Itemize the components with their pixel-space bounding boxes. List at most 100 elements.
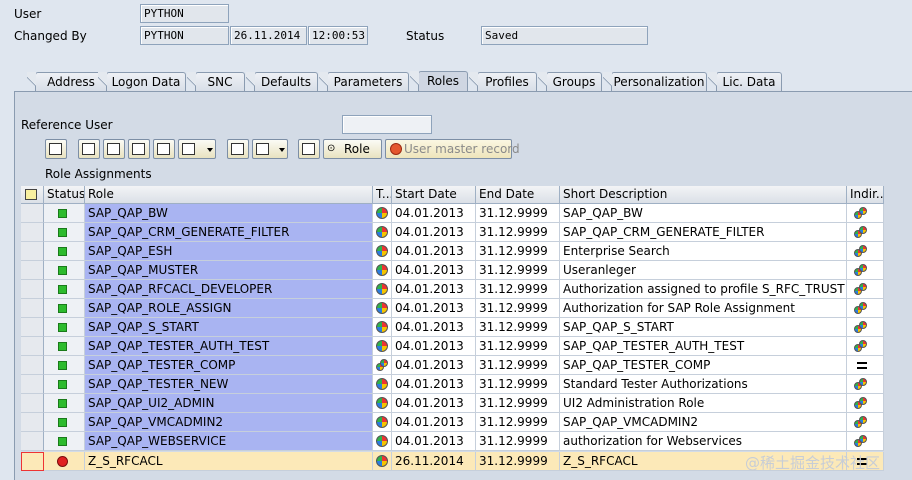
table-row[interactable]: SAP_QAP_UI2_ADMIN 04.01.2013 31.12.9999 UI2… bbox=[21, 394, 884, 413]
col-end-date[interactable]: End Date bbox=[476, 186, 560, 204]
filter-button[interactable] bbox=[178, 139, 216, 159]
indirect-cell[interactable] bbox=[847, 318, 884, 337]
tab-address[interactable]: Address bbox=[27, 72, 107, 92]
info-button[interactable] bbox=[298, 139, 320, 159]
row-selector[interactable] bbox=[21, 204, 44, 223]
tab-snc[interactable]: SNC bbox=[187, 72, 245, 92]
tab-groups[interactable]: Groups bbox=[538, 72, 602, 92]
tab-personalization[interactable]: Personalization bbox=[603, 72, 707, 92]
table-row[interactable]: SAP_QAP_RFCACL_DEVELOPER 04.01.2013 31.12.… bbox=[21, 280, 884, 299]
role-cell[interactable]: SAP_QAP_TESTER_AUTH_TEST bbox=[85, 337, 373, 356]
find-next-button[interactable] bbox=[153, 139, 175, 159]
reference-user-input[interactable] bbox=[342, 115, 432, 134]
end-date-cell[interactable]: 31.12.9999 bbox=[476, 432, 560, 451]
indirect-cell[interactable] bbox=[847, 337, 884, 356]
table-row[interactable]: SAP_QAP_TESTER_COMP 04.01.2013 31.12.9999 S… bbox=[21, 356, 884, 375]
start-date-cell[interactable]: 26.11.2014 bbox=[392, 452, 476, 471]
role-cell[interactable]: SAP_QAP_ESH bbox=[85, 242, 373, 261]
tab-parameters[interactable]: Parameters bbox=[319, 72, 409, 92]
role-cell[interactable]: SAP_QAP_VMCADMIN2 bbox=[85, 413, 373, 432]
tab-logon-data[interactable]: Logon Data bbox=[98, 72, 186, 92]
indirect-cell[interactable] bbox=[847, 432, 884, 451]
start-date-cell[interactable]: 04.01.2013 bbox=[392, 299, 476, 318]
col-status[interactable]: Status bbox=[44, 186, 85, 204]
sort-ascending-button[interactable] bbox=[78, 139, 100, 159]
row-selector[interactable] bbox=[21, 223, 44, 242]
table-row[interactable]: SAP_QAP_BW 04.01.2013 31.12.9999 SAP_QAP_BW bbox=[21, 204, 884, 223]
start-date-cell[interactable]: 04.01.2013 bbox=[392, 242, 476, 261]
indirect-cell[interactable] bbox=[847, 223, 884, 242]
col-type[interactable]: T... bbox=[373, 186, 392, 204]
role-cell[interactable]: SAP_QAP_S_START bbox=[85, 318, 373, 337]
tab-roles[interactable]: Roles bbox=[410, 71, 468, 92]
start-date-cell[interactable]: 04.01.2013 bbox=[392, 413, 476, 432]
row-selector[interactable] bbox=[21, 280, 44, 299]
role-cell[interactable]: SAP_QAP_CRM_GENERATE_FILTER bbox=[85, 223, 373, 242]
role-button[interactable]: ⊙ Role bbox=[323, 139, 382, 159]
end-date-cell[interactable]: 31.12.9999 bbox=[476, 356, 560, 375]
role-cell[interactable]: SAP_QAP_RFCACL_DEVELOPER bbox=[85, 280, 373, 299]
changed-by-field[interactable]: PYTHON bbox=[140, 26, 229, 45]
start-date-cell[interactable]: 04.01.2013 bbox=[392, 280, 476, 299]
table-row[interactable]: SAP_QAP_TESTER_AUTH_TEST 04.01.2013 31.12.… bbox=[21, 337, 884, 356]
table-row[interactable]: SAP_QAP_ROLE_ASSIGN 04.01.2013 31.12.9999 A… bbox=[21, 299, 884, 318]
end-date-cell[interactable]: 31.12.9999 bbox=[476, 375, 560, 394]
table-row[interactable]: SAP_QAP_ESH 04.01.2013 31.12.9999 Enterpris… bbox=[21, 242, 884, 261]
start-date-cell[interactable]: 04.01.2013 bbox=[392, 356, 476, 375]
col-start-date[interactable]: Start Date bbox=[392, 186, 476, 204]
table-row[interactable]: SAP_QAP_WEBSERVICE 04.01.2013 31.12.9999 au… bbox=[21, 432, 884, 451]
row-selector[interactable] bbox=[21, 394, 44, 413]
row-selector[interactable] bbox=[21, 299, 44, 318]
table-row[interactable]: SAP_QAP_CRM_GENERATE_FILTER 04.01.2013 31.… bbox=[21, 223, 884, 242]
user-master-record-button[interactable]: User master record bbox=[385, 139, 520, 159]
indirect-cell[interactable] bbox=[847, 261, 884, 280]
tab-defaults[interactable]: Defaults bbox=[246, 72, 318, 92]
changed-time-field[interactable]: 12:00:53 bbox=[308, 26, 368, 45]
print-button[interactable] bbox=[227, 139, 249, 159]
row-selector[interactable] bbox=[21, 318, 44, 337]
indirect-cell[interactable] bbox=[847, 394, 884, 413]
role-cell[interactable]: SAP_QAP_TESTER_COMP bbox=[85, 356, 373, 375]
indirect-cell[interactable] bbox=[847, 375, 884, 394]
indirect-cell[interactable] bbox=[847, 299, 884, 318]
col-indirect[interactable]: Indir... bbox=[847, 186, 884, 204]
row-selector[interactable] bbox=[21, 413, 44, 432]
end-date-cell[interactable]: 31.12.9999 bbox=[476, 299, 560, 318]
indirect-cell[interactable] bbox=[847, 204, 884, 223]
end-date-cell[interactable]: 31.12.9999 bbox=[476, 242, 560, 261]
end-date-cell[interactable]: 31.12.9999 bbox=[476, 204, 560, 223]
table-row[interactable]: SAP_QAP_VMCADMIN2 04.01.2013 31.12.9999 SAP… bbox=[21, 413, 884, 432]
col-short-description[interactable]: Short Description bbox=[560, 186, 847, 204]
start-date-cell[interactable]: 04.01.2013 bbox=[392, 204, 476, 223]
start-date-cell[interactable]: 04.01.2013 bbox=[392, 261, 476, 280]
start-date-cell[interactable]: 04.01.2013 bbox=[392, 318, 476, 337]
end-date-cell[interactable]: 31.12.9999 bbox=[476, 318, 560, 337]
role-cell[interactable]: Z_S_RFCACL bbox=[85, 452, 373, 471]
end-date-cell[interactable]: 31.12.9999 bbox=[476, 261, 560, 280]
layout-button[interactable] bbox=[252, 139, 288, 159]
row-selector[interactable] bbox=[21, 261, 44, 280]
end-date-cell[interactable]: 31.12.9999 bbox=[476, 452, 560, 471]
row-selector[interactable] bbox=[21, 452, 44, 471]
indirect-cell[interactable] bbox=[847, 242, 884, 261]
end-date-cell[interactable]: 31.12.9999 bbox=[476, 223, 560, 242]
end-date-cell[interactable]: 31.12.9999 bbox=[476, 413, 560, 432]
end-date-cell[interactable]: 31.12.9999 bbox=[476, 337, 560, 356]
start-date-cell[interactable]: 04.01.2013 bbox=[392, 223, 476, 242]
find-button[interactable] bbox=[128, 139, 150, 159]
row-selector[interactable] bbox=[21, 337, 44, 356]
start-date-cell[interactable]: 04.01.2013 bbox=[392, 432, 476, 451]
end-date-cell[interactable]: 31.12.9999 bbox=[476, 394, 560, 413]
end-date-cell[interactable]: 31.12.9999 bbox=[476, 280, 560, 299]
start-date-cell[interactable]: 04.01.2013 bbox=[392, 337, 476, 356]
user-field[interactable]: PYTHON bbox=[140, 4, 229, 23]
role-cell[interactable]: SAP_QAP_TESTER_NEW bbox=[85, 375, 373, 394]
col-role[interactable]: Role bbox=[85, 186, 373, 204]
role-cell[interactable]: SAP_QAP_MUSTER bbox=[85, 261, 373, 280]
start-date-cell[interactable]: 04.01.2013 bbox=[392, 394, 476, 413]
row-selector[interactable] bbox=[21, 242, 44, 261]
row-selector[interactable] bbox=[21, 356, 44, 375]
table-row[interactable]: SAP_QAP_S_START 04.01.2013 31.12.9999 SAP_Q… bbox=[21, 318, 884, 337]
role-cell[interactable]: SAP_QAP_ROLE_ASSIGN bbox=[85, 299, 373, 318]
table-row[interactable]: SAP_QAP_TESTER_NEW 04.01.2013 31.12.9999 St… bbox=[21, 375, 884, 394]
